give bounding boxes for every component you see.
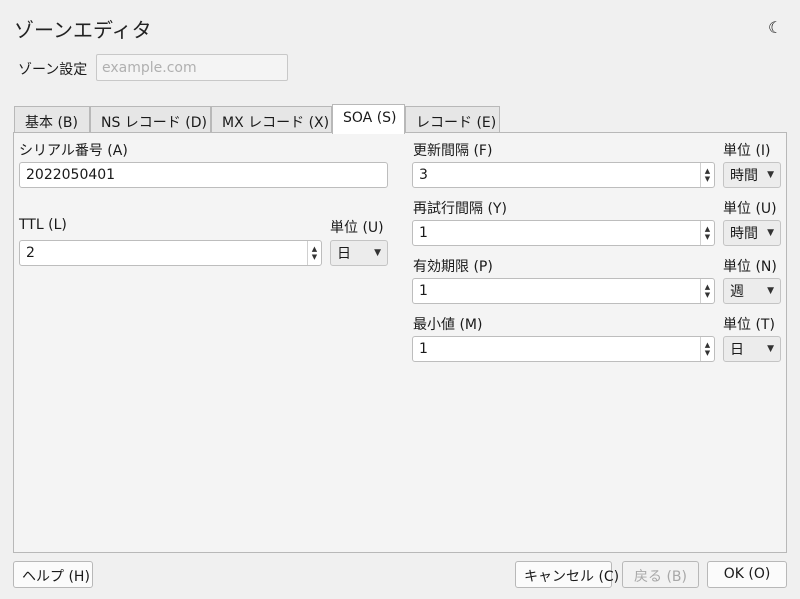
refresh-unit-select[interactable]: 時間 ▼	[723, 162, 781, 188]
minimum-label: 最小値 (M)	[413, 317, 483, 333]
expire-value: 1	[419, 283, 428, 299]
refresh-label: 更新間隔 (F)	[413, 143, 493, 159]
refresh-value: 3	[419, 167, 428, 183]
expire-unit-label: 単位 (N)	[723, 259, 777, 275]
refresh-spinbox[interactable]: 3 ▲ ▼	[412, 162, 715, 188]
chevron-up-icon[interactable]: ▲	[705, 167, 710, 175]
chevron-down-icon: ▼	[767, 228, 774, 238]
moon-icon[interactable]: ☾	[768, 18, 782, 37]
tab-ns-records[interactable]: NS レコード (D)	[90, 106, 211, 133]
ok-button[interactable]: OK (O)	[707, 561, 787, 588]
cancel-button[interactable]: キャンセル (C)	[515, 561, 619, 588]
chevron-up-icon[interactable]: ▲	[705, 225, 710, 233]
zone-settings-label: ゾーン設定	[18, 62, 88, 78]
minimum-unit-select[interactable]: 日 ▼	[723, 336, 781, 362]
minimum-unit-label: 単位 (T)	[723, 317, 775, 333]
window-title: ゾーンエディタ	[14, 18, 152, 42]
serial-field[interactable]: 2022050401	[19, 162, 388, 188]
retry-unit-select[interactable]: 時間 ▼	[723, 220, 781, 246]
retry-stepper[interactable]: ▲ ▼	[700, 221, 714, 245]
tab-basic[interactable]: 基本 (B)	[14, 106, 90, 133]
chevron-down-icon: ▼	[767, 170, 774, 180]
ttl-unit-select[interactable]: 日 ▼	[330, 240, 388, 266]
minimum-stepper[interactable]: ▲ ▼	[700, 337, 714, 361]
refresh-unit-value: 時間	[730, 168, 758, 184]
tab-records[interactable]: レコード (E)	[405, 106, 500, 133]
tab-mx-records[interactable]: MX レコード (X)	[211, 106, 332, 133]
minimum-spinbox[interactable]: 1 ▲ ▼	[412, 336, 715, 362]
chevron-up-icon[interactable]: ▲	[705, 341, 710, 349]
expire-unit-value: 週	[730, 284, 744, 300]
chevron-down-icon[interactable]: ▼	[705, 349, 710, 357]
chevron-down-icon: ▼	[767, 344, 774, 354]
chevron-down-icon[interactable]: ▼	[705, 233, 710, 241]
ttl-value: 2	[26, 245, 35, 261]
serial-label: シリアル番号 (A)	[19, 143, 128, 159]
chevron-down-icon[interactable]: ▼	[312, 253, 317, 261]
help-button[interactable]: ヘルプ (H)	[13, 561, 93, 588]
chevron-up-icon[interactable]: ▲	[312, 245, 317, 253]
chevron-down-icon: ▼	[374, 248, 381, 258]
retry-spinbox[interactable]: 1 ▲ ▼	[412, 220, 715, 246]
chevron-down-icon[interactable]: ▼	[705, 175, 710, 183]
chevron-up-icon[interactable]: ▲	[705, 283, 710, 291]
retry-unit-label: 単位 (U)	[723, 201, 777, 217]
refresh-stepper[interactable]: ▲ ▼	[700, 163, 714, 187]
back-button[interactable]: 戻る (B)	[622, 561, 699, 588]
ttl-stepper[interactable]: ▲ ▼	[307, 241, 321, 265]
retry-unit-value: 時間	[730, 226, 758, 242]
expire-unit-select[interactable]: 週 ▼	[723, 278, 781, 304]
ttl-spinbox[interactable]: 2 ▲ ▼	[19, 240, 322, 266]
chevron-down-icon: ▼	[767, 286, 774, 296]
expire-label: 有効期限 (P)	[413, 259, 493, 275]
ttl-label: TTL (L)	[19, 217, 67, 233]
minimum-value: 1	[419, 341, 428, 357]
refresh-unit-label: 単位 (I)	[723, 143, 771, 159]
ttl-unit-label: 単位 (U)	[330, 220, 384, 236]
zone-name-input[interactable]: example.com	[96, 54, 288, 81]
expire-spinbox[interactable]: 1 ▲ ▼	[412, 278, 715, 304]
minimum-unit-value: 日	[730, 342, 744, 358]
ttl-unit-value: 日	[337, 246, 351, 262]
tab-soa[interactable]: SOA (S)	[332, 104, 405, 134]
retry-label: 再試行間隔 (Y)	[413, 201, 507, 217]
expire-stepper[interactable]: ▲ ▼	[700, 279, 714, 303]
retry-value: 1	[419, 225, 428, 241]
chevron-down-icon[interactable]: ▼	[705, 291, 710, 299]
